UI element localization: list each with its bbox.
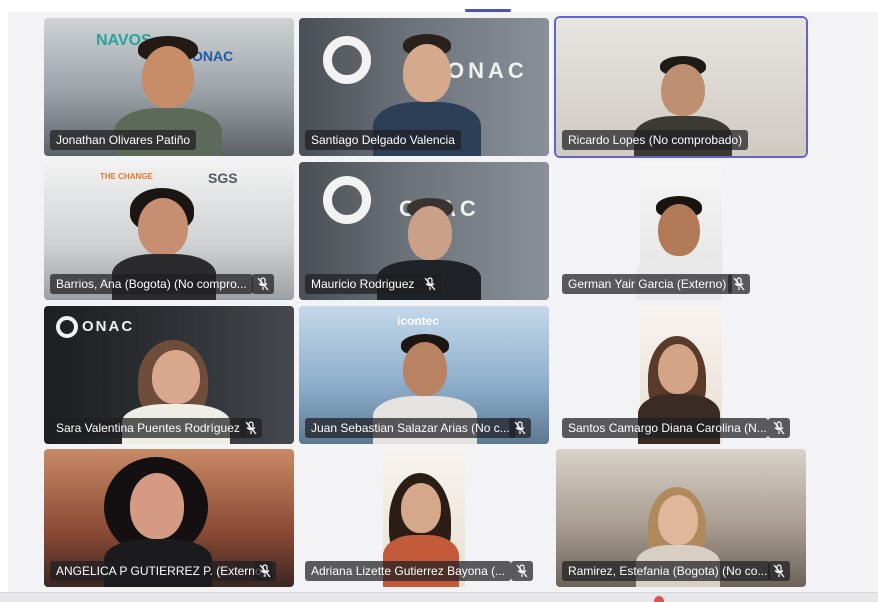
participant-tile-5[interactable]: ONAC Mauricio Rodriguez <box>299 162 549 300</box>
leave-button-edge[interactable] <box>654 596 664 602</box>
background-logo-text: ONAC <box>82 318 135 335</box>
participant-tile-2[interactable]: ONAC Santiago Delgado Valencia <box>299 18 549 156</box>
mic-off-icon <box>254 561 276 581</box>
participant-tile-7[interactable]: ONAC Sara Valentina Puentes Rodríguez <box>44 306 294 444</box>
onac-logo-icon <box>56 316 78 338</box>
background-logo-text: SGS <box>208 170 238 186</box>
mic-off-icon <box>509 418 531 438</box>
participant-name: Barrios, Ana (Bogota) (No compro... <box>50 274 253 294</box>
onac-logo-icon <box>323 176 371 224</box>
onac-logo-icon <box>323 36 371 84</box>
participant-tile-8[interactable]: icontec Juan Sebastian Salazar Arias (No… <box>299 306 549 444</box>
video-gallery: NAVOS ONAC Jonathan Olivares Patiño ONAC… <box>8 12 878 592</box>
background-logo-text: icontec <box>397 314 440 328</box>
participant-name: Santos Camargo Diana Carolina (N... <box>562 418 768 438</box>
mic-off-icon <box>511 561 533 581</box>
participant-tile-10[interactable]: ANGELICA P GUTIERREZ P. (Externo) <box>44 449 294 587</box>
mic-off-icon <box>728 274 750 294</box>
participant-tile-9[interactable]: Santos Camargo Diana Carolina (N... <box>556 306 806 444</box>
participant-name: Mauricio Rodriguez <box>305 274 421 294</box>
background-logo-text: ONAC <box>447 58 528 83</box>
participant-name: Santiago Delgado Valencia <box>305 130 461 150</box>
participant-name: Jonathan Olivares Patiño <box>50 130 197 150</box>
mic-off-icon <box>419 274 441 294</box>
participant-name: Sara Valentina Puentes Rodríguez <box>50 418 246 438</box>
mic-off-icon <box>240 418 262 438</box>
participant-name: Adriana Lizette Gutierrez Bayona (... <box>305 561 512 581</box>
mic-off-icon <box>252 274 274 294</box>
participant-tile-1[interactable]: NAVOS ONAC Jonathan Olivares Patiño <box>44 18 294 156</box>
participant-tile-3-active-speaker[interactable]: Ricardo Lopes (No comprobado) <box>556 18 806 156</box>
participant-name: ANGELICA P GUTIERREZ P. (Externo) <box>50 561 272 581</box>
participant-name: German Yair Garcia (Externo) <box>562 274 733 294</box>
participant-name: Ramirez, Estefania (Bogota) (No co... <box>562 561 770 581</box>
participant-tile-4[interactable]: THE CHANGE SGS Barrios, Ana (Bogota) (No… <box>44 162 294 300</box>
participant-name: Juan Sebastian Salazar Arias (No c... <box>305 418 516 438</box>
mic-off-icon <box>768 418 790 438</box>
participant-name: Ricardo Lopes (No comprobado) <box>562 130 749 150</box>
participant-tile-6[interactable]: German Yair Garcia (Externo) <box>556 162 806 300</box>
mic-off-icon <box>768 561 790 581</box>
participant-tile-11[interactable]: Adriana Lizette Gutierrez Bayona (... <box>299 449 549 587</box>
participant-tile-12[interactable]: Ramirez, Estefania (Bogota) (No co... <box>556 449 806 587</box>
